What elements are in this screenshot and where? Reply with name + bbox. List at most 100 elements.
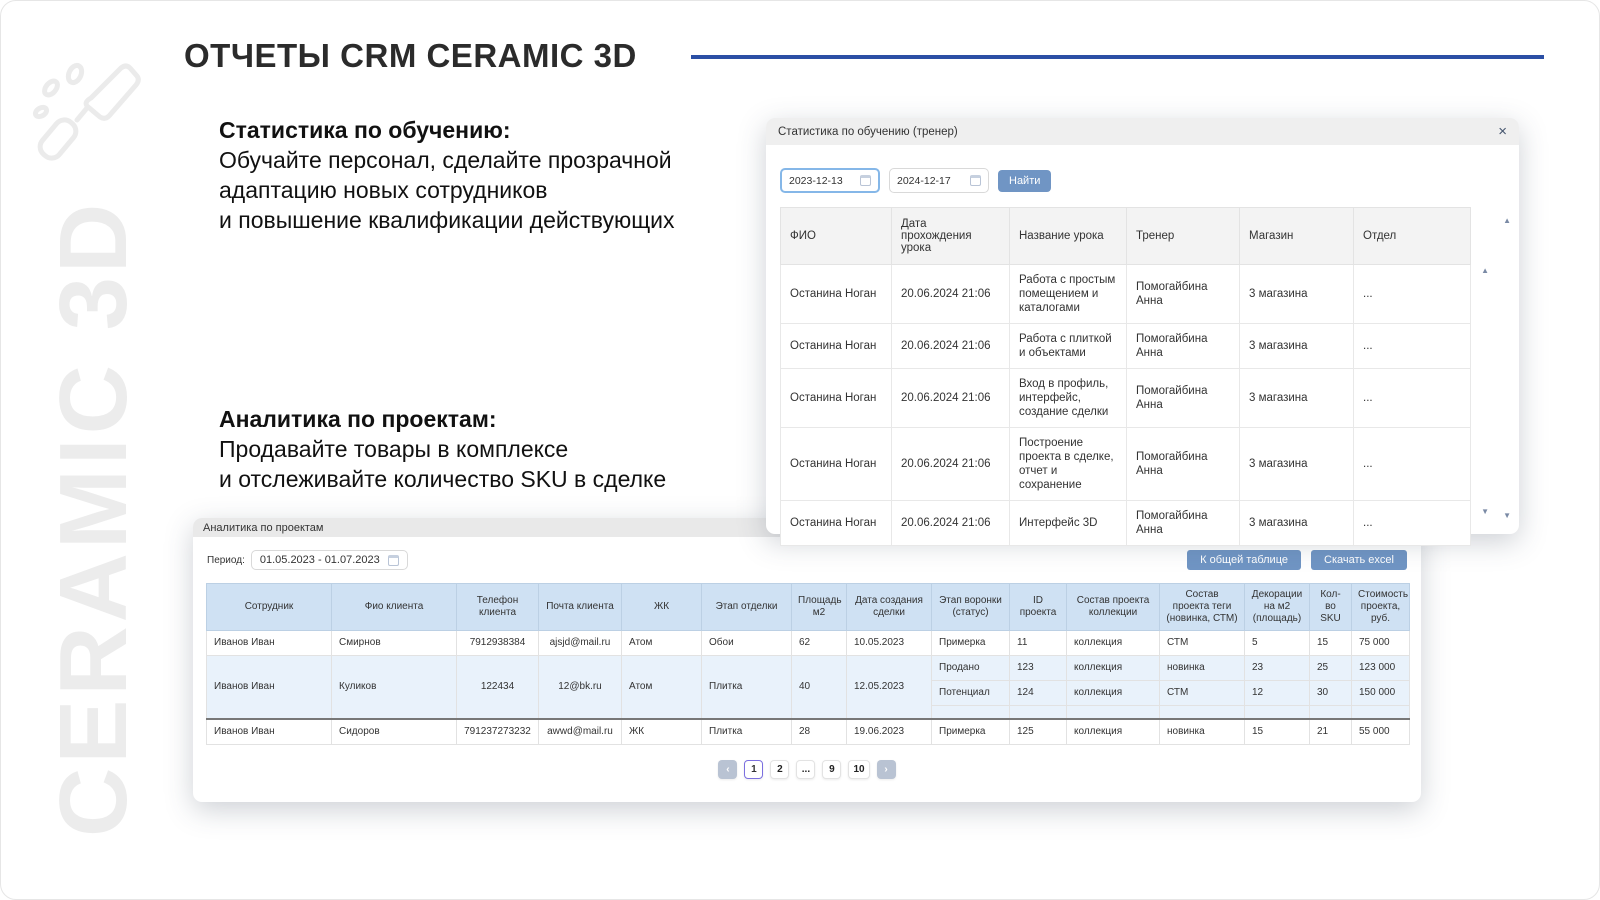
calendar-icon[interactable] — [860, 175, 871, 186]
cell-phone: 122434 — [456, 655, 539, 719]
cell-finish-stage: Плитка — [701, 655, 792, 719]
cell-phone: 791237273232 — [456, 717, 539, 745]
projects-intro-line: и отслеживайте количество SKU в сделке — [219, 466, 667, 492]
column-header[interactable]: Этап воронки (статус) — [931, 583, 1010, 631]
cell-email: ajsjd@mail.ru — [538, 630, 622, 656]
column-header[interactable]: Площадь м2 — [791, 583, 847, 631]
page-title: ОТЧЕТЫ CRM CERAMIC 3D — [184, 37, 637, 74]
column-header[interactable]: Стоимость проекта, руб. — [1351, 583, 1410, 631]
cell-fio: Останина Ноган — [780, 368, 892, 428]
close-icon[interactable]: × — [1498, 124, 1507, 139]
column-header[interactable]: Дата создания сделки — [846, 583, 932, 631]
cell-sku: 15 — [1309, 630, 1352, 656]
column-header[interactable]: ФИО — [780, 207, 892, 265]
cell-tags: новинка — [1159, 655, 1245, 681]
search-button[interactable]: Найти — [998, 169, 1052, 192]
cell-lesson: Работа с плиткой и объектами — [1009, 323, 1127, 369]
training-window-title: Статистика по обучению (тренер) — [778, 125, 958, 138]
scroll-down-icon[interactable]: ▼ — [1503, 511, 1511, 520]
table-row[interactable]: Останина Ноган 20.06.2024 21:06 Интерфей… — [780, 500, 1471, 546]
training-table: ФИО Дата прохождения урока Название урок… — [780, 207, 1471, 546]
cell-decor: 15 — [1244, 717, 1310, 745]
projects-intro-heading: Аналитика по проектам: — [219, 406, 497, 432]
table-row[interactable]: Останина Ноган 20.06.2024 21:06 Построен… — [780, 427, 1471, 501]
column-header[interactable]: Состав проекта теги (новинка, СТМ) — [1159, 583, 1245, 631]
cell-cost: 150 000 — [1351, 680, 1410, 706]
column-header[interactable]: Этап отделки — [701, 583, 792, 631]
column-header[interactable]: Название урока — [1009, 207, 1127, 265]
scroll-down-icon[interactable]: ▼ — [1481, 507, 1489, 516]
cell-dept: ... — [1353, 500, 1471, 546]
column-header[interactable]: Тренер — [1126, 207, 1240, 265]
cell-area: 62 — [791, 630, 847, 656]
period-range-input[interactable]: 01.05.2023 - 01.07.2023 — [250, 550, 408, 570]
cell-date: 20.06.2024 21:06 — [891, 323, 1010, 369]
page-button-9[interactable]: 9 — [822, 759, 842, 779]
projects-controls: Период: 01.05.2023 - 01.07.2023 К общей … — [207, 550, 1407, 570]
column-header[interactable]: Состав проекта коллекции — [1066, 583, 1160, 631]
column-header[interactable]: Почта клиента — [538, 583, 622, 631]
cell-trainer: Помогайбина Анна — [1126, 500, 1240, 546]
cell-fio: Останина Ноган — [780, 323, 892, 369]
page-button-2[interactable]: 2 — [770, 759, 790, 779]
cell-funnel-stage: Примерка — [931, 717, 1010, 745]
table-row[interactable]: Иванов Иван Смирнов 7912938384 ajsjd@mai… — [206, 630, 1410, 656]
column-header[interactable]: Кол-во SKU — [1309, 583, 1352, 631]
cell-client: Сидоров — [331, 717, 457, 745]
date-from-input[interactable]: 2023-12-13 — [780, 168, 880, 193]
cell-sku: 21 — [1309, 717, 1352, 745]
training-intro-line: адаптацию новых сотрудников — [219, 177, 548, 203]
date-from-value: 2023-12-13 — [789, 174, 843, 187]
column-header[interactable]: Дата прохождения урока — [891, 207, 1010, 265]
slide-canvas: CERAMIC 3D ОТЧЕТЫ CRM CERAMIC 3D Статист… — [0, 0, 1600, 900]
cell-lesson: Вход в профиль, интерфейс, создание сдел… — [1009, 368, 1127, 428]
table-row[interactable]: Останина Ноган 20.06.2024 21:06 Вход в п… — [780, 368, 1471, 428]
table-row[interactable]: Иванов Иван Сидоров 791237273232 awwd@ma… — [206, 717, 1410, 745]
training-intro-text: Статистика по обучению: Обучайте персона… — [219, 115, 675, 235]
cell-project-id: 124 — [1009, 680, 1067, 706]
table-row[interactable]: Останина Ноган 20.06.2024 21:06 Работа с… — [780, 264, 1471, 324]
cell-dept: ... — [1353, 264, 1471, 324]
prev-page-icon[interactable]: ‹ — [718, 759, 738, 779]
common-table-button[interactable]: К общей таблице — [1187, 550, 1301, 570]
table-row[interactable]: Останина Ноган 20.06.2024 21:06 Работа с… — [780, 323, 1471, 369]
date-to-value: 2024-12-17 — [897, 174, 951, 187]
cell-employee: Иванов Иван — [206, 630, 332, 656]
cell-tags: СТМ — [1159, 680, 1245, 706]
column-header[interactable]: ID проекта — [1009, 583, 1067, 631]
cell-zhk: Атом — [621, 655, 702, 719]
column-header[interactable]: Магазин — [1239, 207, 1354, 265]
column-header[interactable]: Фио клиента — [331, 583, 457, 631]
column-header[interactable]: Телефон клиента — [456, 583, 539, 631]
date-to-input[interactable]: 2024-12-17 — [889, 168, 989, 193]
table-row[interactable]: Иванов Иван Куликов 122434 12@bk.ru Атом… — [206, 655, 1410, 719]
cell-tags: СТМ — [1159, 630, 1245, 656]
calendar-icon[interactable] — [970, 175, 981, 186]
column-header[interactable]: Декорации на м2 (площадь) — [1244, 583, 1310, 631]
next-page-icon[interactable]: › — [876, 759, 896, 779]
cell-zhk: Атом — [621, 630, 702, 656]
cell-date: 20.06.2024 21:06 — [891, 264, 1010, 324]
column-header[interactable]: ЖК — [621, 583, 702, 631]
cell-client: Смирнов — [331, 630, 457, 656]
scroll-up-icon[interactable]: ▲ — [1481, 266, 1489, 275]
scroll-up-icon[interactable]: ▲ — [1503, 216, 1511, 225]
cell-funnel-stage: Потенциал — [931, 680, 1010, 706]
cell-collection: коллекция — [1066, 680, 1160, 706]
column-header[interactable]: Отдел — [1353, 207, 1471, 265]
page-button-10[interactable]: 10 — [848, 759, 870, 779]
column-header[interactable]: Сотрудник — [206, 583, 332, 631]
projects-table-header-row: Сотрудник Фио клиента Телефон клиента По… — [206, 583, 1410, 631]
cell-decor: 23 — [1244, 655, 1310, 681]
projects-table: Сотрудник Фио клиента Телефон клиента По… — [206, 583, 1410, 745]
cell-client: Куликов — [331, 655, 457, 719]
download-excel-button[interactable]: Скачать excel — [1311, 550, 1407, 570]
cell-trainer: Помогайбина Анна — [1126, 264, 1240, 324]
projects-window-title: Аналитика по проектам — [203, 521, 324, 534]
page-button-1[interactable]: 1 — [744, 759, 764, 779]
cell-project-id: 11 — [1009, 630, 1067, 656]
cell-sku: 25 — [1309, 655, 1352, 681]
cell-project-id: 125 — [1009, 717, 1067, 745]
page-ellipsis[interactable]: ... — [796, 759, 816, 779]
calendar-icon[interactable] — [387, 554, 399, 566]
